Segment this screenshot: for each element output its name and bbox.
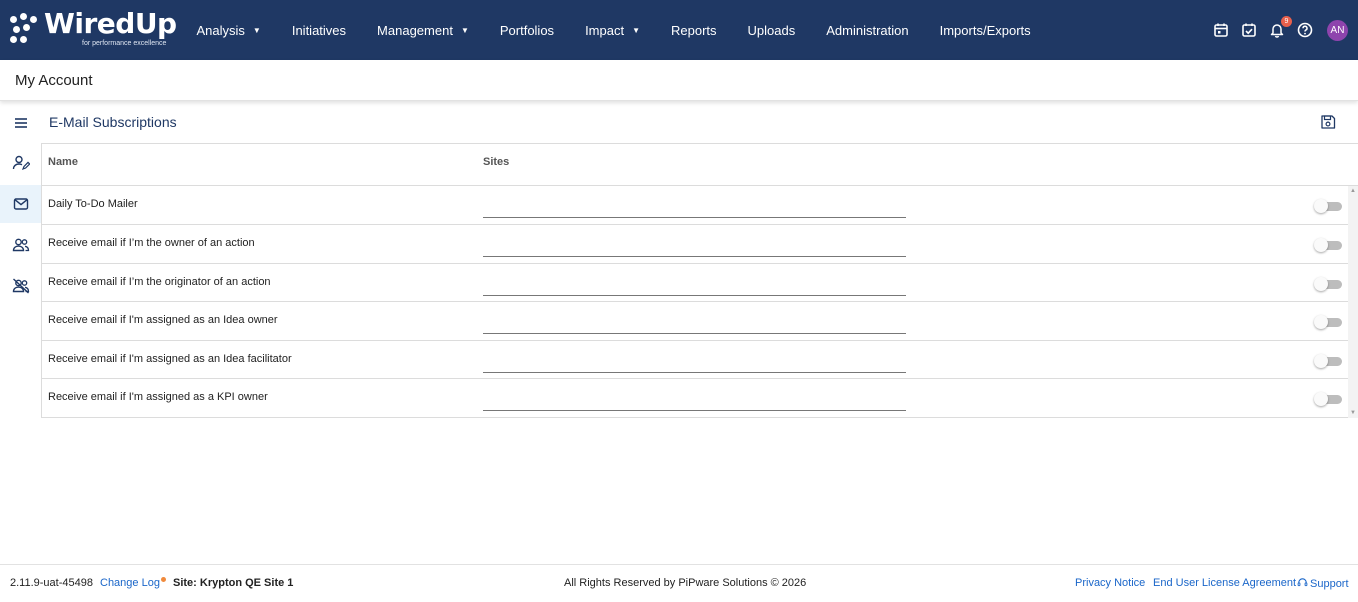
sites-select[interactable]	[483, 256, 906, 257]
table-body: Daily To-Do Mailer Receive email if I’m …	[42, 186, 1358, 418]
section-title: E-Mail Subscriptions	[49, 114, 177, 130]
scroll-down-arrow-icon[interactable]: ▼	[1348, 408, 1358, 418]
subscriptions-table: Name Sites Daily To-Do Mailer Receive em…	[41, 143, 1358, 418]
mail-icon[interactable]	[0, 185, 41, 223]
user-edit-icon[interactable]	[0, 144, 41, 182]
current-site: Site: Krypton QE Site 1	[173, 577, 294, 589]
nav-analysis[interactable]: Analysis ▼	[181, 0, 276, 60]
column-header-name: Name	[48, 156, 78, 168]
app-version: 2.11.9-uat-45498	[10, 577, 93, 589]
support-link[interactable]: Support	[1297, 577, 1349, 590]
subscription-toggle[interactable]	[1314, 199, 1342, 213]
subscription-toggle[interactable]	[1314, 238, 1342, 252]
nav-administration[interactable]: Administration	[811, 0, 924, 60]
privacy-notice-link[interactable]: Privacy Notice	[1075, 577, 1145, 589]
table-row: Receive email if I’m the originator of a…	[42, 264, 1348, 302]
sites-select[interactable]	[483, 410, 906, 411]
table-row: Receive email if I'm assigned as an Idea…	[42, 302, 1348, 341]
subscription-name: Receive email if I'm assigned as an Idea…	[48, 353, 292, 365]
logo-text: WiredUp	[44, 7, 177, 40]
sites-select[interactable]	[483, 295, 906, 296]
page-footer: 2.11.9-uat-45498 Change Log Site: Krypto…	[0, 564, 1358, 602]
nav-portfolios[interactable]: Portfolios	[484, 0, 569, 60]
table-row: Receive email if I'm assigned as an Idea…	[42, 341, 1348, 379]
help-icon[interactable]	[1297, 22, 1313, 38]
table-row: Daily To-Do Mailer	[42, 186, 1348, 225]
calendar-check-icon[interactable]	[1241, 22, 1257, 38]
nav-impact[interactable]: Impact ▼	[570, 0, 656, 60]
logo-tagline: for performance excellence	[82, 40, 167, 47]
caret-down-icon: ▼	[632, 25, 640, 35]
top-navbar: WiredUp for performance excellence Analy…	[0, 0, 1358, 60]
users-off-icon[interactable]	[0, 267, 41, 305]
column-header-sites: Sites	[483, 156, 510, 168]
notification-badge: 9	[1281, 16, 1292, 27]
nav-management[interactable]: Management ▼	[362, 0, 485, 60]
hamburger-menu-icon[interactable]	[0, 104, 41, 142]
scroll-up-arrow-icon[interactable]: ▲	[1348, 186, 1358, 196]
sites-select[interactable]	[483, 333, 906, 334]
new-indicator-dot	[160, 577, 166, 582]
eula-link[interactable]: End User License Agreement	[1153, 577, 1296, 589]
table-scrollbar[interactable]: ▲ ▼	[1348, 186, 1358, 418]
subscription-name: Receive email if I'm assigned as a KPI o…	[48, 391, 268, 403]
nav-right-tools: 9 AN	[1213, 0, 1348, 60]
sites-select[interactable]	[483, 372, 906, 373]
user-avatar[interactable]: AN	[1327, 19, 1348, 41]
nav-initiatives[interactable]: Initiatives	[276, 0, 361, 60]
sites-select[interactable]	[483, 217, 906, 218]
caret-down-icon: ▼	[252, 25, 261, 35]
users-icon[interactable]	[0, 226, 41, 264]
table-header: Name Sites	[42, 144, 1358, 186]
table-row: Receive email if I'm assigned as a KPI o…	[42, 379, 1348, 418]
subscription-toggle[interactable]	[1314, 354, 1342, 368]
wiredup-logo[interactable]: WiredUp for performance excellence	[10, 7, 177, 51]
logo-dots-icon	[10, 13, 42, 45]
copyright-text: All Rights Reserved by PiPware Solutions…	[564, 577, 807, 589]
subscription-name: Receive email if I’m the originator of a…	[48, 276, 271, 288]
nav-reports[interactable]: Reports	[656, 0, 733, 60]
subscription-toggle[interactable]	[1314, 315, 1342, 329]
support-icon	[1297, 578, 1308, 587]
nav-uploads[interactable]: Uploads	[732, 0, 811, 60]
page-title: My Account	[15, 72, 93, 89]
caret-down-icon: ▼	[460, 25, 469, 35]
subscription-name: Daily To-Do Mailer	[48, 198, 138, 210]
calendar-icon[interactable]	[1213, 22, 1229, 38]
table-row: Receive email if I’m the owner of an act…	[42, 225, 1348, 264]
subscription-toggle[interactable]	[1314, 392, 1342, 406]
save-icon[interactable]	[1319, 113, 1337, 131]
main-menu: Analysis ▼ Initiatives Management ▼ Portfo…	[181, 0, 1046, 60]
subscription-name: Receive email if I’m the owner of an act…	[48, 237, 255, 249]
page-title-bar: My Account	[0, 60, 1358, 101]
account-side-rail	[0, 104, 41, 564]
nav-imports-exports[interactable]: Imports/Exports	[924, 0, 1046, 60]
change-log-link[interactable]: Change Log	[100, 577, 166, 589]
subscription-toggle[interactable]	[1314, 277, 1342, 291]
bell-icon[interactable]: 9	[1269, 16, 1292, 38]
subscription-name: Receive email if I'm assigned as an Idea…	[48, 314, 278, 326]
